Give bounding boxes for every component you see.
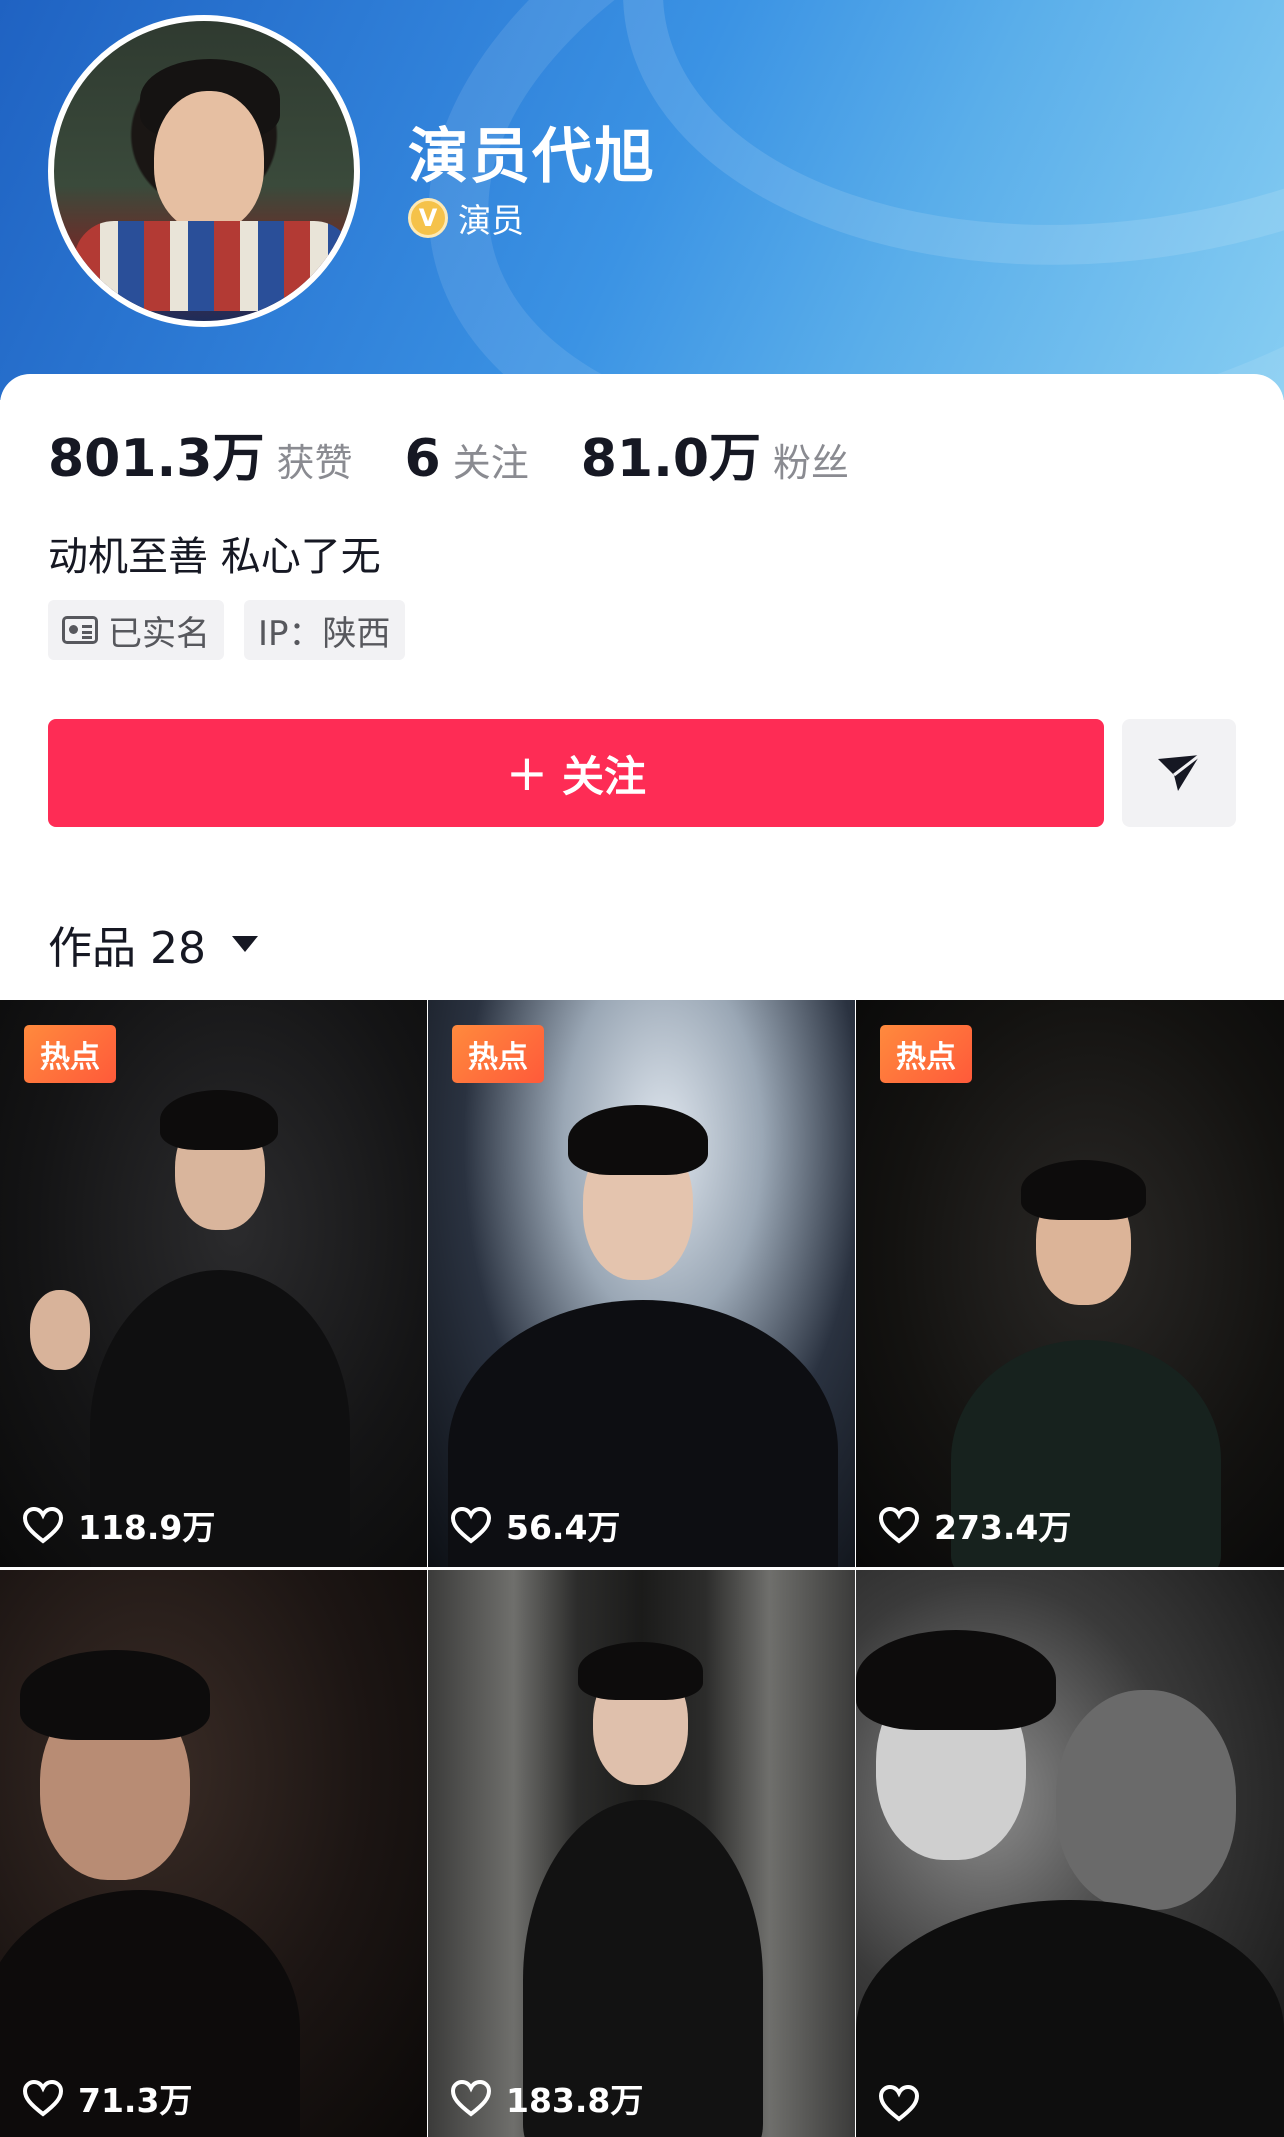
video-thumbnail[interactable] — [856, 1570, 1284, 2137]
video-likes: 183.8万 — [450, 2074, 643, 2122]
video-likes: 118.9万 — [22, 1501, 215, 1549]
stat-value: 801.3万 — [48, 429, 265, 489]
verification-label: 演员 — [458, 201, 524, 240]
profile-bio: 动机至善 私心了无 — [48, 534, 381, 580]
avatar[interactable] — [48, 15, 360, 327]
stat-following[interactable]: 6 关注 — [405, 429, 529, 489]
likes-count: 118.9万 — [78, 1508, 216, 1547]
video-likes: 273.4万 — [878, 1501, 1071, 1549]
verified-icon: V — [408, 198, 448, 238]
heart-icon — [22, 2079, 64, 2117]
video-likes: 56.4万 — [450, 1501, 620, 1549]
profile-name: 演员代旭 — [408, 122, 656, 192]
heart-icon — [450, 2079, 492, 2117]
caret-down-icon — [231, 936, 258, 952]
stat-label: 粉丝 — [773, 441, 850, 485]
stat-label: 关注 — [452, 441, 529, 485]
hot-badge: 热点 — [24, 1025, 116, 1083]
profile-stats: 801.3万 获赞 6 关注 81.0万 粉丝 — [48, 416, 901, 491]
profile-tags: 已实名 IP：陕西 — [48, 600, 405, 660]
video-thumbnail[interactable]: 71.3万 — [0, 1570, 427, 2137]
heart-icon — [450, 1506, 492, 1544]
realname-label: 已实名 — [108, 613, 210, 654]
plus-icon: + — [506, 744, 548, 802]
likes-count: 273.4万 — [934, 1508, 1072, 1547]
stat-followers[interactable]: 81.0万 粉丝 — [581, 416, 849, 491]
realname-tag[interactable]: 已实名 — [48, 600, 224, 660]
profile-card: 801.3万 获赞 6 关注 81.0万 粉丝 动机至善 私心了无 已实名 IP… — [0, 374, 1284, 1000]
stat-value: 6 — [404, 429, 441, 489]
heart-icon — [878, 2084, 920, 2122]
likes-count: 71.3万 — [78, 2081, 193, 2120]
video-thumbnail[interactable]: 热点 273.4万 — [856, 1000, 1284, 1567]
stat-value: 81.0万 — [580, 429, 762, 489]
video-thumbnail[interactable]: 热点 118.9万 — [0, 1000, 427, 1567]
ip-tag: IP：陕西 — [244, 600, 405, 660]
send-icon — [1158, 753, 1201, 791]
video-grid: 热点 118.9万 热点 56.4万 热点 273.4万 71.3万 183.8… — [0, 1000, 1284, 2137]
share-button[interactable] — [1122, 719, 1236, 827]
video-likes: 71.3万 — [22, 2074, 192, 2122]
id-card-icon — [62, 616, 98, 644]
follow-button[interactable]: + 关注 — [48, 719, 1104, 827]
verification-badge[interactable]: V 演员 — [408, 194, 524, 242]
follow-label: 关注 — [561, 751, 646, 801]
stat-label: 获赞 — [276, 441, 353, 485]
likes-count: 56.4万 — [506, 1508, 621, 1547]
video-likes — [878, 2084, 934, 2122]
works-label: 作品 28 — [48, 923, 206, 974]
likes-count: 183.8万 — [506, 2081, 644, 2120]
stat-likes[interactable]: 801.3万 获赞 — [48, 416, 353, 491]
ip-label: IP：陕西 — [258, 613, 391, 654]
hot-badge: 热点 — [452, 1025, 544, 1083]
heart-icon — [878, 1506, 920, 1544]
video-thumbnail[interactable]: 183.8万 — [428, 1570, 855, 2137]
heart-icon — [22, 1506, 64, 1544]
works-tab[interactable]: 作品 28 — [48, 912, 258, 976]
video-thumbnail[interactable]: 热点 56.4万 — [428, 1000, 855, 1567]
hot-badge: 热点 — [880, 1025, 972, 1083]
